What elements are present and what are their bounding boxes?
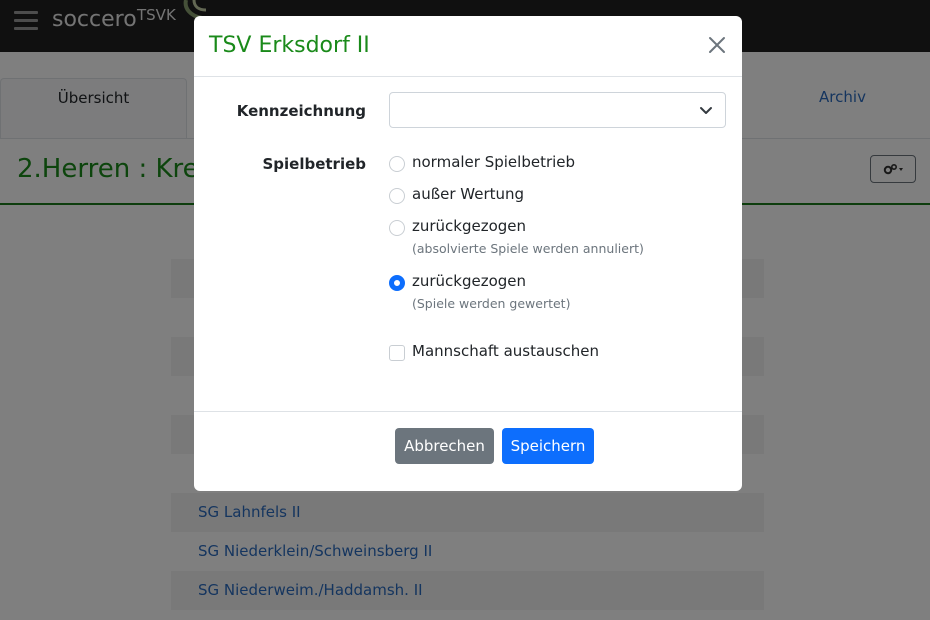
radio-label: zurückgezogen [412, 217, 527, 235]
radio-label: außer Wertung [412, 185, 525, 203]
mannschaft-austauschen-checkbox[interactable] [389, 345, 405, 361]
spielbetrieb-label: Spielbetrieb [262, 155, 366, 173]
kennzeichnung-select[interactable] [389, 92, 726, 128]
radio-label: zurückgezogen [412, 272, 527, 290]
checkbox-label: Mannschaft austauschen [412, 342, 599, 360]
radio-button-checked[interactable] [389, 275, 405, 291]
modal-title: TSV Erksdorf II [209, 33, 370, 58]
cancel-button[interactable]: Abbrechen [395, 428, 494, 464]
radio-hint: (Spiele werden gewertet) [412, 296, 571, 311]
modal-header: TSV Erksdorf II [194, 16, 742, 77]
radio-button[interactable] [389, 156, 405, 172]
radio-hint: (absolvierte Spiele werden annuliert) [412, 241, 644, 256]
kennzeichnung-label: Kennzeichnung [236, 102, 366, 120]
radio-button[interactable] [389, 220, 405, 236]
modal-footer: Abbrechen Speichern [194, 411, 742, 491]
team-settings-dialog: TSV Erksdorf II Kennzeichnung Spielbetri… [194, 16, 742, 491]
close-icon[interactable] [706, 34, 728, 56]
radio-button[interactable] [389, 188, 405, 204]
save-button[interactable]: Speichern [502, 428, 594, 464]
chevron-down-icon [700, 107, 712, 114]
radio-label: normaler Spielbetrieb [412, 153, 576, 171]
